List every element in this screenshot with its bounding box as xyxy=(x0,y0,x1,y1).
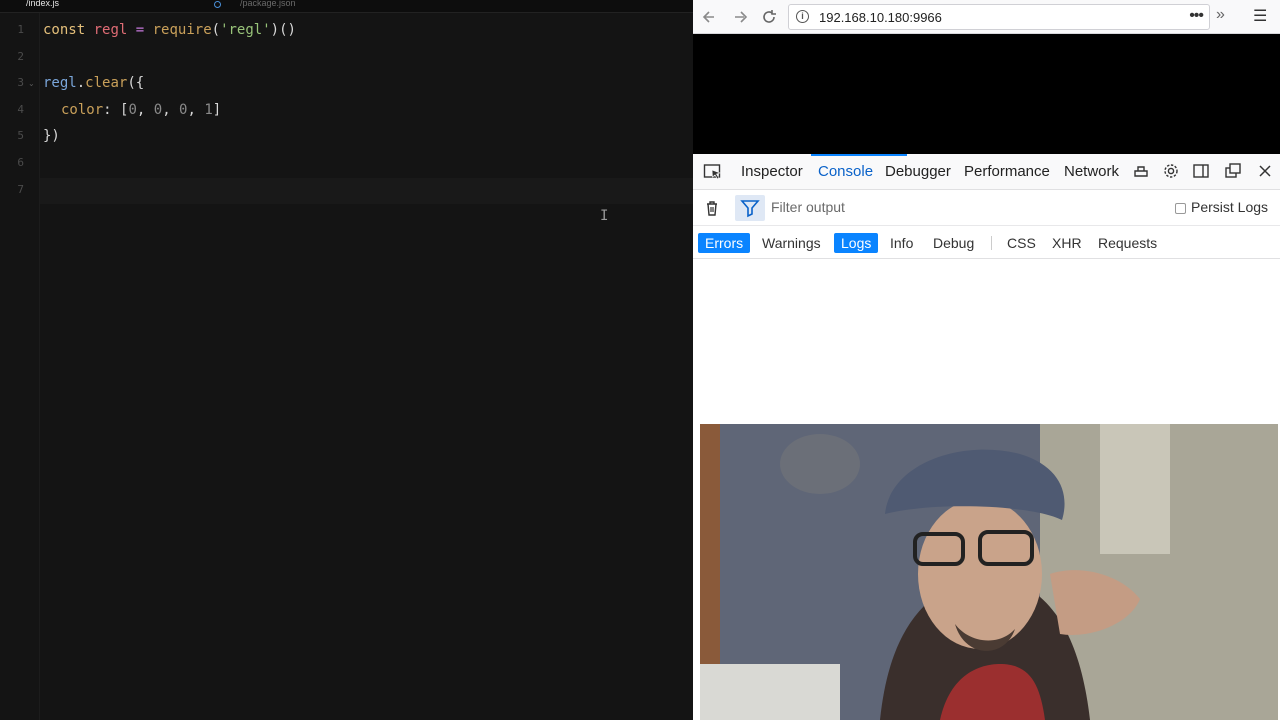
devtools-toolbar: Inspector Console Debugger Performance N… xyxy=(693,154,1280,190)
hamburger-menu-icon[interactable]: ☰ xyxy=(1253,6,1267,26)
persist-logs-checkbox[interactable] xyxy=(1175,203,1186,214)
filter-css-button[interactable]: CSS xyxy=(1000,233,1043,253)
filter-debug-button[interactable]: Debug xyxy=(926,233,981,253)
tab-network[interactable]: Network xyxy=(1064,163,1119,180)
line-number: 5 xyxy=(17,129,24,142)
tab-inspector[interactable]: Inspector xyxy=(741,163,803,180)
webcam-overlay xyxy=(700,424,1278,720)
keyword: const xyxy=(43,22,86,38)
line-number-gutter: 1 2 3 ⌄ 4 5 6 7 xyxy=(0,13,40,720)
filter-xhr-button[interactable]: XHR xyxy=(1045,233,1089,253)
line-number: 6 xyxy=(17,156,24,169)
divider xyxy=(991,236,992,250)
tab-performance[interactable]: Performance xyxy=(964,163,1050,180)
separate-window-icon[interactable] xyxy=(1223,162,1243,182)
code-line-5[interactable]: }) xyxy=(43,128,60,144)
url-text[interactable]: 192.168.10.180:9966 xyxy=(819,10,942,25)
property-name: color xyxy=(61,102,104,118)
text-cursor-icon: I xyxy=(600,208,609,224)
persist-logs-label[interactable]: Persist Logs xyxy=(1191,199,1268,215)
url-bar[interactable]: i 192.168.10.180:9966 ••• xyxy=(788,4,1210,30)
number-literal: 0 xyxy=(153,102,163,118)
dock-side-icon[interactable] xyxy=(1191,162,1211,182)
code-line-4[interactable]: color: [0, 0, 0, 1] xyxy=(61,102,221,118)
code-line-3[interactable]: regl.clear({ xyxy=(43,75,144,91)
tab-package-json[interactable]: /package.json xyxy=(240,0,296,10)
filter-info-button[interactable]: Info xyxy=(883,233,920,253)
punctuation: ] xyxy=(212,102,222,118)
tab-index-js[interactable]: /index.js xyxy=(26,0,59,10)
reload-icon[interactable] xyxy=(758,6,780,28)
fold-chevron-icon[interactable]: ⌄ xyxy=(28,79,35,88)
filter-errors-button[interactable]: Errors xyxy=(698,233,751,253)
punctuation: , xyxy=(187,102,205,118)
punctuation: : [ xyxy=(103,102,129,118)
operator: = xyxy=(135,22,145,38)
number-literal: 1 xyxy=(204,102,213,118)
code-editor[interactable]: /index.js /package.json 1 2 3 ⌄ 4 5 6 7 … xyxy=(0,0,693,720)
tab-debugger[interactable]: Debugger xyxy=(885,163,951,180)
close-icon[interactable] xyxy=(1255,162,1275,182)
line-number: 1 xyxy=(17,23,24,36)
filter-output-input[interactable]: Filter output xyxy=(771,199,845,215)
punctuation: }) xyxy=(43,128,60,144)
info-icon[interactable]: i xyxy=(796,10,809,23)
line-number: 4 xyxy=(17,103,24,116)
console-filter-row: Filter output Persist Logs xyxy=(693,190,1280,226)
filter-icon[interactable] xyxy=(735,195,765,221)
arrow-right-icon[interactable] xyxy=(729,6,751,28)
modified-dot-icon xyxy=(214,1,221,8)
punctuation: ( xyxy=(211,22,221,38)
overflow-menu-icon[interactable]: » xyxy=(1216,6,1225,24)
trash-icon[interactable] xyxy=(703,199,721,217)
active-tab-indicator xyxy=(811,154,907,156)
page-canvas[interactable] xyxy=(693,34,1280,154)
punctuation: , xyxy=(162,102,180,118)
navigation-toolbar: i 192.168.10.180:9966 ••• » ☰ xyxy=(693,0,1280,34)
tab-console[interactable]: Console xyxy=(818,163,873,180)
punctuation: , xyxy=(136,102,154,118)
punctuation: . xyxy=(76,75,86,91)
editor-tab-bar: /index.js /package.json xyxy=(0,0,693,13)
gear-icon[interactable] xyxy=(1161,162,1181,182)
identifier: regl xyxy=(93,22,128,38)
filter-logs-button[interactable]: Logs xyxy=(834,233,879,253)
current-line-highlight xyxy=(40,178,693,204)
page-actions-icon[interactable]: ••• xyxy=(1189,7,1204,25)
line-number: 2 xyxy=(17,50,24,63)
function-name: require xyxy=(152,22,212,38)
punctuation: ({ xyxy=(127,75,145,91)
number-literal: 0 xyxy=(128,102,137,118)
storage-icon[interactable] xyxy=(1131,162,1151,182)
string-literal: 'regl' xyxy=(220,22,271,38)
filter-warnings-button[interactable]: Warnings xyxy=(755,233,828,253)
arrow-left-icon[interactable] xyxy=(699,6,721,28)
function-name: clear xyxy=(85,75,128,91)
console-level-filters: Errors Warnings Logs Info Debug CSS XHR … xyxy=(693,226,1280,259)
punctuation: )() xyxy=(270,22,296,38)
element-picker-icon[interactable] xyxy=(703,163,723,181)
line-number: 3 xyxy=(17,76,24,89)
line-number: 7 xyxy=(17,183,24,196)
identifier: regl xyxy=(43,75,77,91)
presenter-video-image xyxy=(700,424,1278,720)
filter-requests-button[interactable]: Requests xyxy=(1091,233,1164,253)
code-line-1[interactable]: const regl = require('regl')() xyxy=(43,22,296,38)
